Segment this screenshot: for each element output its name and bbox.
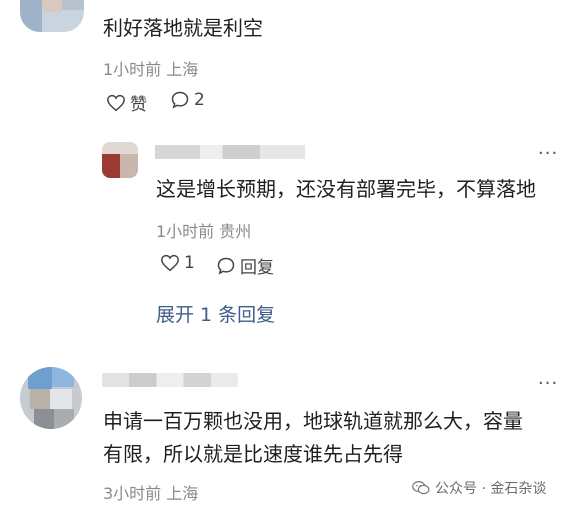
expand-replies-link[interactable]: 展开 1 条回复 <box>156 300 275 327</box>
watermark: 公众号 · 金石杂谈 <box>412 478 546 498</box>
heart-icon <box>107 94 125 111</box>
like-button[interactable]: 赞 <box>106 90 147 115</box>
comment-meta: 1小时前 上海 <box>103 60 199 79</box>
like-count: 1 <box>184 253 195 273</box>
avatar[interactable] <box>102 142 138 178</box>
reply-button[interactable]: 2 <box>170 90 205 110</box>
avatar[interactable] <box>20 367 82 429</box>
username-blurred[interactable] <box>155 145 305 159</box>
speech-bubble-icon <box>217 257 235 274</box>
like-label: 赞 <box>130 95 147 115</box>
reply-count: 2 <box>194 90 205 110</box>
more-dots-icon[interactable]: ··· <box>538 143 558 164</box>
comment-meta: 3小时前 上海 <box>103 484 199 503</box>
comment-text-line2: 有限，所以就是比速度谁先占先得 <box>103 442 403 466</box>
comment-meta: 1小时前 贵州 <box>156 222 252 241</box>
speech-bubble-icon <box>171 91 189 109</box>
heart-icon <box>161 254 179 272</box>
reply-button[interactable]: 回复 <box>216 253 274 278</box>
comment-text: 利好落地就是利空 <box>103 16 263 40</box>
like-button[interactable]: 1 <box>160 253 195 273</box>
avatar[interactable] <box>20 0 84 32</box>
reply-label: 回复 <box>240 258 274 278</box>
comment-text-line1: 申请一百万颗也没用，地球轨道就那么大，容量 <box>103 409 523 433</box>
more-dots-icon[interactable]: ··· <box>538 373 558 394</box>
username-blurred[interactable] <box>102 373 238 387</box>
wechat-icon <box>412 481 430 495</box>
watermark-text: 公众号 · 金石杂谈 <box>435 481 547 497</box>
comment-text: 这是增长预期，还没有部署完毕，不算落地 <box>156 177 536 201</box>
